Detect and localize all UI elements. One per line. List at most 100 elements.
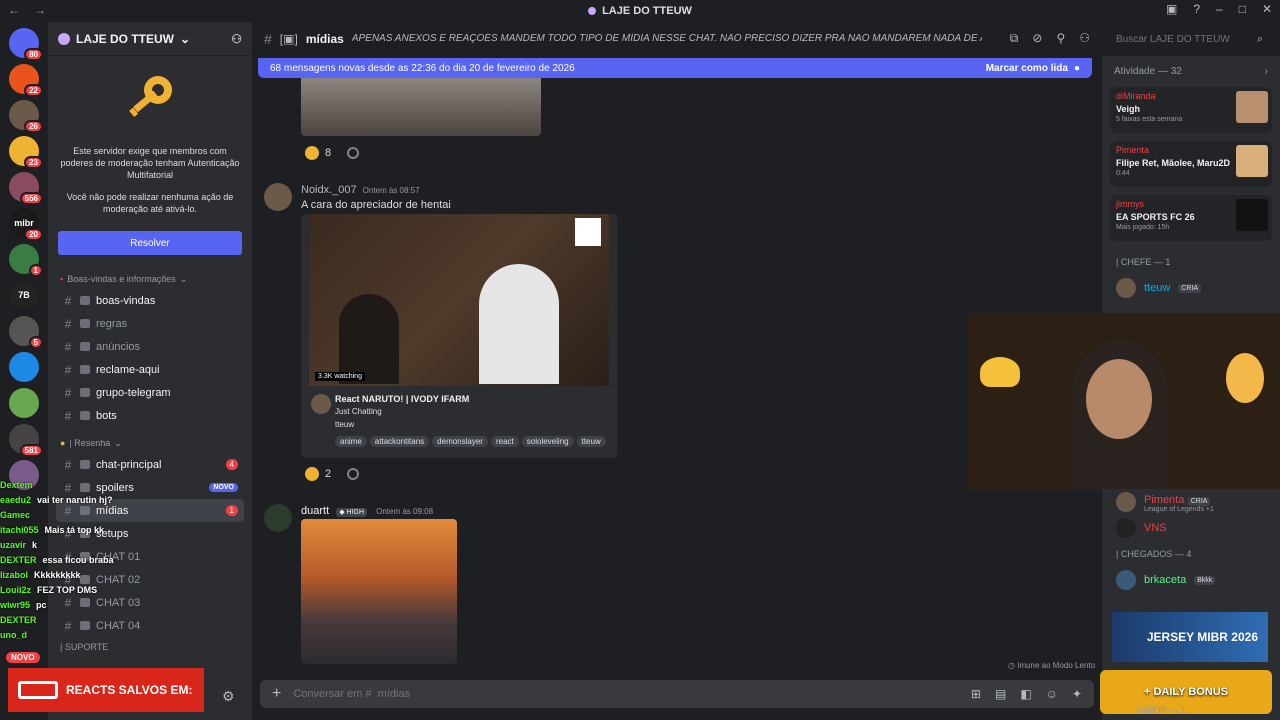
stream-tags: anime attackontitans demonslayer react solol… bbox=[335, 433, 609, 447]
activity-header[interactable]: Atividade — 32 › bbox=[1102, 56, 1280, 87]
unread-badge: 5 bbox=[28, 336, 43, 349]
message-text: A cara do apreciador de hentai bbox=[301, 199, 451, 211]
stream-channel: tteuw bbox=[335, 420, 355, 429]
message-author[interactable]: duartt ◆ HIGH Ontem às 09:08 bbox=[301, 505, 433, 517]
channel-emoji-icon bbox=[80, 296, 90, 305]
threads-icon[interactable]: ⧉ bbox=[1010, 31, 1019, 46]
server-icon[interactable]: 5 bbox=[9, 316, 43, 349]
server-icon bbox=[58, 32, 70, 45]
gif-icon[interactable]: ▤ bbox=[995, 687, 1006, 701]
streamer-face bbox=[1086, 359, 1152, 439]
sticker-icon[interactable]: ◧ bbox=[1020, 687, 1031, 701]
avatar[interactable] bbox=[264, 183, 292, 211]
slow-mode-note: ◷ Imune ao Modo Lento bbox=[1008, 661, 1096, 670]
unread-badge: 1 bbox=[28, 264, 43, 277]
channel-item[interactable]: # anúncios bbox=[56, 335, 244, 358]
reaction[interactable]: 2 bbox=[305, 467, 360, 481]
pin-icon[interactable]: ⚲ bbox=[1056, 31, 1065, 46]
stream-tag[interactable]: tteuw bbox=[576, 436, 606, 447]
mark-read-icon: ● bbox=[1073, 62, 1080, 74]
member-item[interactable]: brkaceta Bkkk bbox=[1102, 567, 1280, 593]
server-icon[interactable] bbox=[9, 388, 39, 418]
plus-icon[interactable]: + bbox=[272, 685, 281, 703]
emoji-icon[interactable]: ☺ bbox=[1046, 687, 1058, 701]
reaction[interactable]: 8 bbox=[305, 146, 360, 160]
message-image[interactable] bbox=[301, 519, 457, 664]
close-icon[interactable]: ✕ bbox=[1262, 2, 1272, 16]
message-image[interactable] bbox=[301, 78, 541, 136]
channel-emoji-icon bbox=[80, 319, 90, 328]
member-item[interactable]: tteuw CRIA bbox=[1102, 275, 1280, 301]
member-item[interactable]: Pimenta CRIA League of Legends +1 bbox=[1102, 489, 1280, 515]
inbox-icon[interactable]: ▣ bbox=[1166, 2, 1177, 16]
add-reaction-icon[interactable] bbox=[347, 147, 360, 159]
help-icon[interactable]: ? bbox=[1193, 2, 1200, 16]
channel-item[interactable]: # chat-principal 4 bbox=[56, 453, 244, 476]
server-icon[interactable]: 581 bbox=[9, 424, 43, 457]
category-welcome[interactable]: ▪ Boas-vindas e informações ⌄ bbox=[48, 269, 252, 289]
mark-read-button[interactable]: Marcar como lida bbox=[986, 63, 1068, 74]
server-icon[interactable]: 556 bbox=[9, 172, 43, 205]
activity-card[interactable]: diMiranda Veigh 5 faixas esta semana bbox=[1110, 87, 1272, 133]
add-user-icon[interactable]: ⚇ bbox=[231, 32, 242, 46]
laughing-emoji-icon bbox=[305, 146, 319, 160]
channel-item[interactable]: # boas-vindas bbox=[56, 289, 244, 312]
server-icon[interactable] bbox=[9, 352, 39, 382]
forward-icon[interactable]: → bbox=[34, 3, 46, 17]
category-resenha[interactable]: ● | Resenha ⌄ bbox=[48, 433, 252, 453]
server-header[interactable]: LAJE DO TTEUW ⌄ ⚇ bbox=[48, 22, 252, 56]
role-header: VAPOR — 1 bbox=[1136, 705, 1186, 715]
activity-art bbox=[1236, 199, 1268, 231]
back-icon[interactable]: ← bbox=[8, 3, 20, 17]
members-icon[interactable]: ⚇ bbox=[1079, 31, 1090, 46]
activity-card[interactable]: Pimenta Filipe Ret, Mãolee, Maru2D 0:44 bbox=[1110, 141, 1272, 187]
minimize-icon[interactable]: – bbox=[1216, 2, 1223, 16]
unread-badge: 556 bbox=[19, 192, 43, 205]
mute-icon[interactable]: ⊘ bbox=[1032, 31, 1042, 46]
member-item[interactable]: VNS bbox=[1102, 515, 1280, 541]
chat-user: Dextem bbox=[0, 480, 33, 490]
hash-icon: # bbox=[64, 316, 72, 331]
activity-card[interactable]: jimmys EA SPORTS FC 26 Mais jogado: 15h bbox=[1110, 195, 1272, 241]
server-icon[interactable]: 7B bbox=[9, 280, 39, 310]
channel-badge: 1 bbox=[225, 505, 238, 516]
channel-item[interactable]: # bots bbox=[56, 404, 244, 427]
stream-tag[interactable]: anime bbox=[335, 436, 367, 447]
apps-icon[interactable]: ✦ bbox=[1072, 687, 1082, 701]
hash-icon: # bbox=[264, 30, 272, 47]
channel-item[interactable]: # regras bbox=[56, 312, 244, 335]
activity-art bbox=[1236, 145, 1268, 177]
server-icon[interactable]: mibr 20 bbox=[9, 208, 43, 241]
channel-topic[interactable]: APENAS ANEXOS E REAÇÕES MANDEM TODO TIPO… bbox=[352, 33, 982, 44]
settings-gear-icon[interactable]: ⚙ bbox=[222, 688, 235, 705]
channel-item[interactable]: # reclame-aqui bbox=[56, 358, 244, 381]
server-icon[interactable]: 1 bbox=[9, 244, 43, 277]
chat-user: Gamec bbox=[0, 510, 31, 520]
stream-tag[interactable]: attackontitans bbox=[369, 436, 430, 447]
server-icon[interactable]: 23 bbox=[9, 136, 43, 169]
new-messages-bar[interactable]: 68 mensagens novas desde as 22:36 do dia… bbox=[258, 58, 1092, 78]
chat-user: lizabol bbox=[0, 570, 29, 580]
channel-item[interactable]: # grupo-telegram bbox=[56, 381, 244, 404]
nav-arrows: ← → bbox=[8, 3, 46, 17]
channel-badge: NOVO bbox=[209, 483, 238, 492]
stream-tag[interactable]: react bbox=[490, 436, 519, 447]
message-author[interactable]: Noidx._007 Ontem às 08:57 bbox=[301, 184, 420, 196]
add-reaction-icon[interactable] bbox=[347, 468, 360, 480]
stream-thumbnail[interactable]: 3.3K watching bbox=[309, 214, 609, 386]
stream-tag[interactable]: sololeveling bbox=[521, 436, 574, 447]
channel-name: regras bbox=[96, 317, 128, 330]
stream-tag[interactable]: demonslayer bbox=[432, 436, 488, 447]
server-icon[interactable]: 22 bbox=[9, 64, 43, 97]
gift-icon[interactable]: ⊞ bbox=[971, 687, 981, 701]
server-icon[interactable]: 80 bbox=[9, 28, 43, 61]
search-input[interactable] bbox=[1110, 29, 1270, 49]
youtube-logo-icon bbox=[18, 681, 58, 699]
maximize-icon[interactable]: □ bbox=[1239, 2, 1246, 16]
stream-title[interactable]: React NARUTO! | IVODY IFARM bbox=[335, 394, 469, 404]
server-icon[interactable]: 26 bbox=[9, 100, 43, 133]
avatar[interactable] bbox=[264, 504, 292, 532]
message-input[interactable] bbox=[293, 688, 959, 700]
resolve-button[interactable]: Resolver bbox=[58, 231, 242, 255]
stream-embed[interactable]: 3.3K watching React NARUTO! | IVODY IFAR… bbox=[301, 214, 617, 458]
